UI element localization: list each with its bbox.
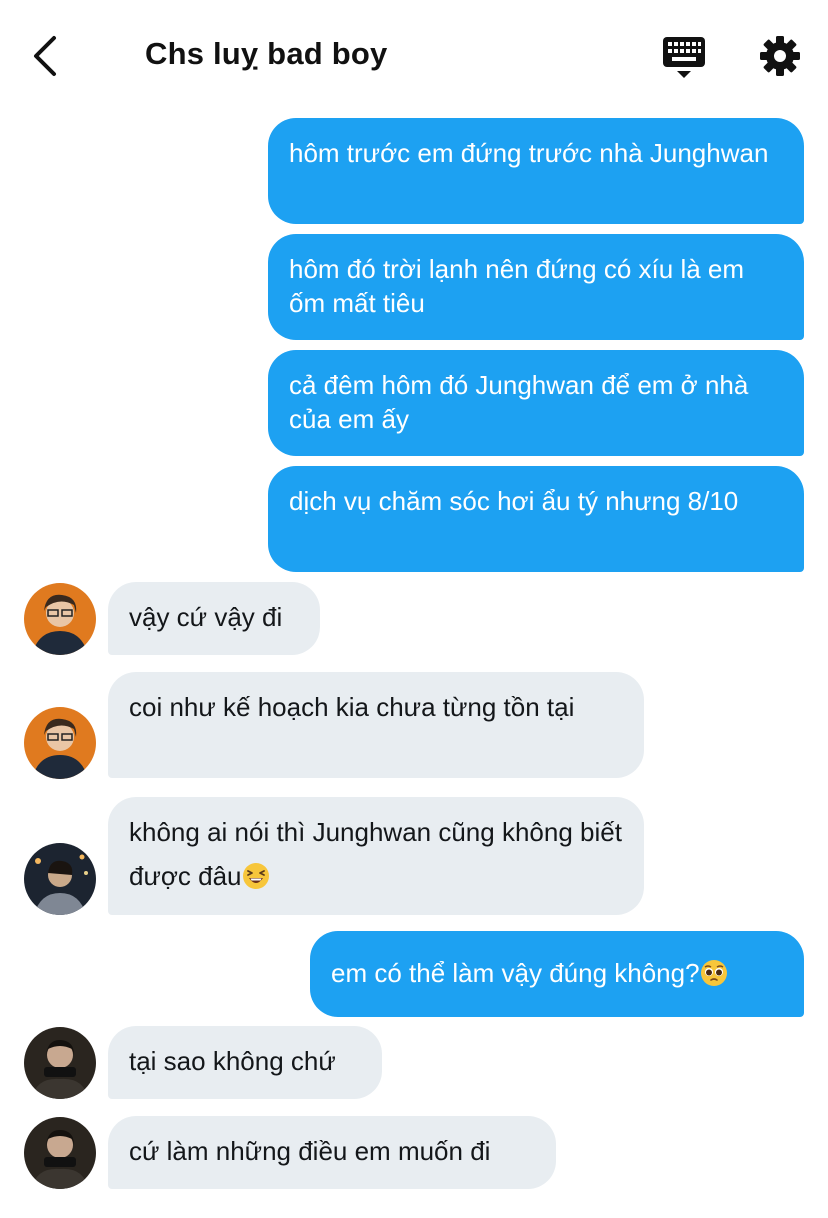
- message-text: không ai nói thì Junghwan cũng không biế…: [129, 817, 622, 891]
- outgoing-message[interactable]: hôm đó trời lạnh nên đứng có xíu là em ố…: [268, 234, 804, 340]
- outgoing-message[interactable]: hôm trước em đứng trước nhà Junghwan: [268, 118, 804, 224]
- incoming-message[interactable]: coi như kế hoạch kia chưa từng tồn tại: [108, 672, 644, 778]
- back-button[interactable]: [28, 34, 68, 78]
- incoming-message[interactable]: cứ làm những điều em muốn đi: [108, 1116, 556, 1189]
- avatar[interactable]: [24, 1117, 96, 1189]
- incoming-message[interactable]: tại sao không chứ: [108, 1026, 382, 1099]
- gear-icon: [760, 36, 800, 76]
- avatar[interactable]: [24, 843, 96, 915]
- incoming-message[interactable]: vậy cứ vậy đi: [108, 582, 320, 655]
- settings-button[interactable]: [758, 34, 802, 78]
- avatar[interactable]: [24, 1027, 96, 1099]
- outgoing-message[interactable]: dịch vụ chăm sóc hơi ẩu tý nhưng 8/10: [268, 466, 804, 572]
- outgoing-message[interactable]: em có thể làm vậy đúng không?: [310, 931, 804, 1017]
- chat-header: Chs luỵ bad boy: [0, 0, 828, 110]
- outgoing-message[interactable]: cả đêm hôm đó Junghwan để em ở nhà của e…: [268, 350, 804, 456]
- keyboard-button[interactable]: [662, 36, 706, 80]
- keyboard-icon: [663, 37, 705, 78]
- grinning-squinting-face-emoji: [242, 863, 269, 889]
- conversation-title[interactable]: Chs luỵ bad boy: [145, 36, 387, 72]
- avatar[interactable]: [24, 707, 96, 779]
- message-text: em có thể làm vậy đúng không?: [331, 958, 700, 988]
- avatar[interactable]: [24, 583, 96, 655]
- pleading-face-emoji: [700, 960, 727, 986]
- incoming-message[interactable]: không ai nói thì Junghwan cũng không biế…: [108, 797, 644, 915]
- chevron-left-icon: [34, 36, 56, 76]
